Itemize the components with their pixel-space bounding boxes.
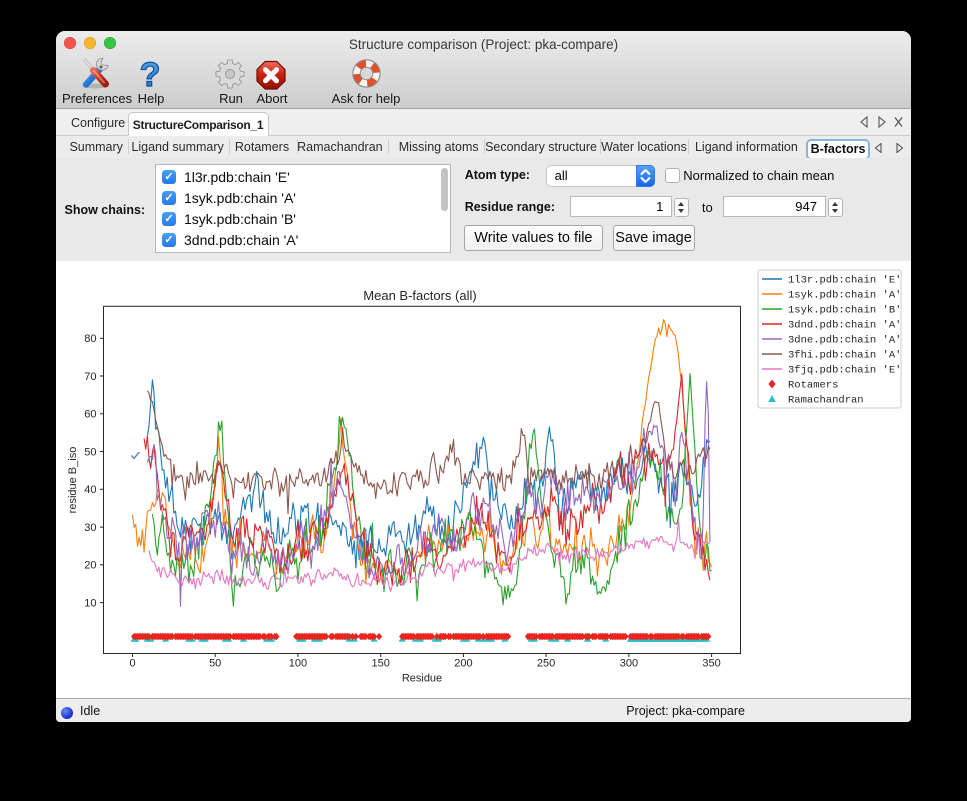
svg-text:3dne.pdb:chain 'A': 3dne.pdb:chain 'A' (788, 335, 901, 347)
svg-text:1syk.pdb:chain 'B': 1syk.pdb:chain 'B' (788, 305, 901, 317)
svg-text:Rotamers: Rotamers (788, 380, 838, 392)
svg-text:30: 30 (84, 522, 96, 534)
svg-text:1syk.pdb:chain 'A': 1syk.pdb:chain 'A' (788, 290, 901, 302)
svg-text:50: 50 (209, 658, 221, 670)
svg-text:20: 20 (84, 560, 96, 572)
svg-text:200: 200 (454, 658, 472, 670)
svg-text:50: 50 (84, 446, 96, 458)
svg-text:3fhi.pdb:chain 'A': 3fhi.pdb:chain 'A' (788, 350, 901, 362)
svg-text:60: 60 (84, 409, 96, 421)
svg-text:Residue: Residue (402, 673, 442, 685)
svg-text:80: 80 (84, 333, 96, 345)
svg-text:300: 300 (620, 658, 638, 670)
svg-text:100: 100 (289, 658, 307, 670)
svg-text:residue B_iso: residue B_iso (67, 447, 79, 514)
svg-text:1l3r.pdb:chain 'E': 1l3r.pdb:chain 'E' (788, 275, 901, 287)
svg-text:?: ? (140, 57, 161, 91)
svg-text:3dnd.pdb:chain 'A': 3dnd.pdb:chain 'A' (788, 320, 901, 332)
svg-text:Mean B-factors (all): Mean B-factors (all) (363, 288, 476, 303)
svg-text:70: 70 (84, 371, 96, 383)
svg-text:40: 40 (84, 484, 96, 496)
svg-text:Ramachandran: Ramachandran (788, 395, 864, 407)
svg-text:3fjq.pdb:chain 'E': 3fjq.pdb:chain 'E' (788, 365, 901, 377)
svg-text:150: 150 (372, 658, 390, 670)
svg-text:250: 250 (537, 658, 555, 670)
svg-text:0: 0 (129, 658, 135, 670)
svg-text:350: 350 (702, 658, 720, 670)
svg-text:10: 10 (84, 597, 96, 609)
